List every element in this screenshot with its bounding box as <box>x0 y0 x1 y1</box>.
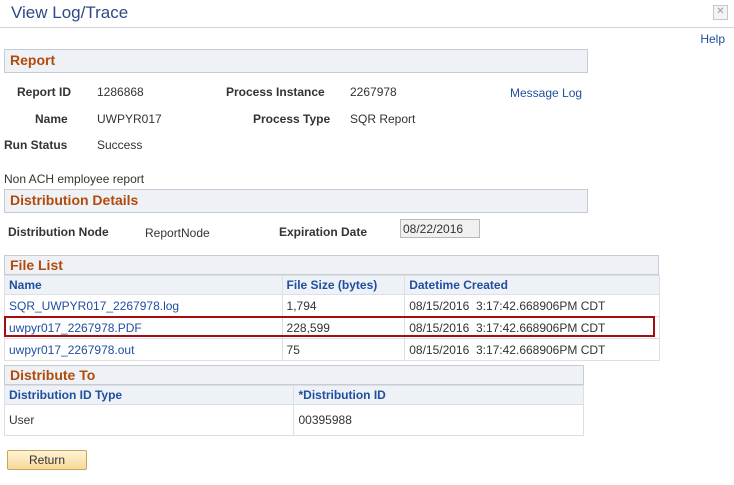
column-header-datetime[interactable]: Datetime Created <box>404 275 660 295</box>
file-datetime: 08/15/2016 3:17:42.668906PM CDT <box>404 294 660 317</box>
distribution-node-value: ReportNode <box>145 226 210 240</box>
report-description: Non ACH employee report <box>4 172 145 186</box>
file-size: 228,599 <box>281 316 406 339</box>
distribute-to-title: Distribute To <box>10 367 96 383</box>
help-link[interactable]: Help <box>700 32 725 46</box>
report-id-label: Report ID <box>17 85 71 99</box>
file-datetime: 08/15/2016 3:17:42.668906PM CDT <box>404 316 660 339</box>
column-header-name[interactable]: Name <box>4 275 283 295</box>
report-id-value: 1286868 <box>97 85 144 99</box>
distribute-to-header-row: Distribution ID Type *Distribution ID <box>3 385 584 405</box>
distribution-id: 00395988 <box>293 404 584 436</box>
window-title: View Log/Trace <box>11 3 129 22</box>
title-divider <box>0 27 734 28</box>
distribution-details-title: Distribution Details <box>10 192 139 208</box>
file-link[interactable]: uwpyr017_2267978.out <box>4 338 283 361</box>
file-list-header-row: Name File Size (bytes) Datetime Created <box>4 275 660 295</box>
table-row: SQR_UWPYR017_2267978.log 1,794 08/15/201… <box>4 294 660 317</box>
return-button[interactable]: Return <box>7 450 87 470</box>
name-label: Name <box>35 112 68 126</box>
file-datetime: 08/15/2016 3:17:42.668906PM CDT <box>404 338 660 361</box>
message-log-link[interactable]: Message Log <box>510 86 582 100</box>
process-type-value: SQR Report <box>350 112 416 126</box>
report-section-header: Report <box>4 49 588 73</box>
table-row: uwpyr017_2267978.out 75 08/15/2016 3:17:… <box>4 338 660 361</box>
column-header-distribution-id-type[interactable]: Distribution ID Type <box>3 385 295 405</box>
run-status-label: Run Status <box>4 138 68 152</box>
column-header-file-size[interactable]: File Size (bytes) <box>281 275 406 295</box>
distribution-details-header: Distribution Details <box>4 189 588 213</box>
file-size: 1,794 <box>281 294 406 317</box>
distribution-id-type: User <box>3 404 295 436</box>
column-header-distribution-id[interactable]: *Distribution ID <box>293 385 584 405</box>
file-size: 75 <box>281 338 406 361</box>
file-list-title: File List <box>10 257 63 273</box>
expiration-date-label: Expiration Date <box>279 225 368 239</box>
distribution-node-label: Distribution Node <box>8 225 109 239</box>
report-section-title: Report <box>10 52 56 68</box>
table-row: User 00395988 <box>3 404 584 436</box>
process-instance-value: 2267978 <box>350 85 397 99</box>
file-link[interactable]: uwpyr017_2267978.PDF <box>4 316 283 339</box>
name-value: UWPYR017 <box>97 112 162 126</box>
distribute-to-table: Distribution ID Type *Distribution ID Us… <box>3 385 584 436</box>
table-row: uwpyr017_2267978.PDF 228,599 08/15/2016 … <box>4 316 660 339</box>
file-list-table: Name File Size (bytes) Datetime Created … <box>4 275 660 361</box>
process-instance-label: Process Instance <box>226 85 325 99</box>
close-icon[interactable]: ✕ <box>713 5 728 20</box>
expiration-date-field: 08/22/2016 <box>400 219 480 238</box>
file-list-header: File List <box>4 255 659 275</box>
run-status-value: Success <box>97 138 143 152</box>
process-type-label: Process Type <box>253 112 331 126</box>
file-link[interactable]: SQR_UWPYR017_2267978.log <box>4 294 283 317</box>
distribute-to-header: Distribute To <box>4 365 584 385</box>
